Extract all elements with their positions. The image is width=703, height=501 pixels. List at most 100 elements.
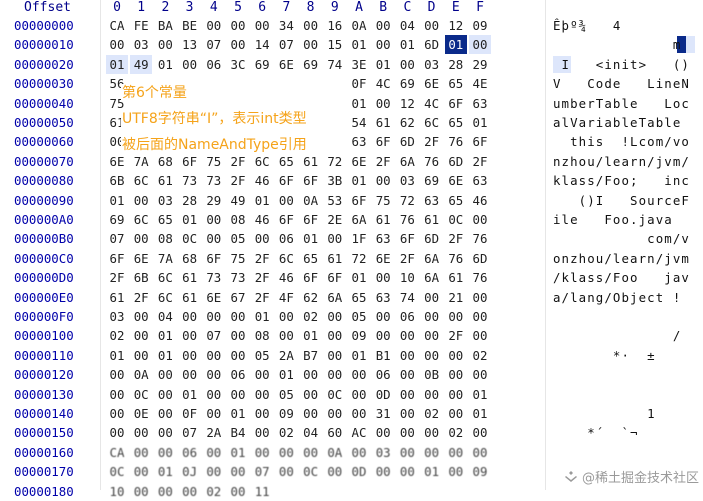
hex-byte[interactable]: CA <box>106 443 128 462</box>
hex-byte[interactable]: 4C <box>421 94 443 113</box>
hex-byte[interactable]: 73 <box>203 171 225 190</box>
hex-byte[interactable]: 00 <box>154 443 176 462</box>
hex-byte[interactable]: 46 <box>251 171 273 190</box>
hex-byte[interactable]: 00 <box>251 423 273 442</box>
hex-byte[interactable]: 76 <box>445 132 467 151</box>
hex-byte[interactable]: 69 <box>106 210 128 229</box>
hex-byte[interactable]: 00 <box>372 462 394 481</box>
hex-byte[interactable]: 46 <box>275 268 297 287</box>
hex-byte[interactable]: 10 <box>106 482 128 501</box>
hex-byte[interactable]: 6E <box>106 152 128 171</box>
hex-byte[interactable]: 01 <box>179 210 201 229</box>
hex-byte[interactable]: 65 <box>275 152 297 171</box>
hex-byte[interactable]: 6A <box>348 210 370 229</box>
hex-byte[interactable]: 00 <box>372 423 394 442</box>
hex-byte[interactable]: 00 <box>372 16 394 35</box>
hex-byte[interactable]: CA <box>106 16 128 35</box>
hex-byte[interactable]: 06 <box>396 307 418 326</box>
hex-byte[interactable]: 00 <box>130 307 152 326</box>
ascii-row[interactable]: alVariableTable <box>553 113 690 132</box>
hex-byte[interactable]: 00 <box>300 16 322 35</box>
hex-byte[interactable]: 0C <box>300 462 322 481</box>
hex-byte[interactable]: 61 <box>179 268 201 287</box>
hex-byte[interactable]: 00 <box>300 404 322 423</box>
hex-byte[interactable]: 6C <box>154 288 176 307</box>
ascii-row[interactable]: *· ± <box>553 346 656 365</box>
hex-byte[interactable]: B1 <box>372 346 394 365</box>
hex-byte[interactable]: 04 <box>396 16 418 35</box>
hex-byte[interactable]: 01 <box>154 55 176 74</box>
hex-byte[interactable]: 6A <box>421 268 443 287</box>
hex-byte[interactable]: 2F <box>227 152 249 171</box>
ascii-row[interactable]: /klass/Foo jav <box>553 268 690 287</box>
hex-byte[interactable]: 3E <box>348 55 370 74</box>
hex-byte[interactable]: 28 <box>179 191 201 210</box>
hex-byte[interactable]: 01 <box>300 326 322 345</box>
hex-byte[interactable]: 00 <box>154 423 176 442</box>
ascii-row[interactable]: ()I SourceF <box>553 191 690 210</box>
hex-byte[interactable]: 00 <box>396 55 418 74</box>
hex-byte[interactable]: 00 <box>445 443 467 462</box>
hex-byte[interactable]: 05 <box>275 385 297 404</box>
hex-byte[interactable]: 6D <box>469 249 491 268</box>
hex-byte[interactable]: 6F <box>348 191 370 210</box>
hex-byte[interactable]: 00 <box>154 482 176 501</box>
hex-byte[interactable]: 09 <box>275 404 297 423</box>
hex-byte[interactable]: 00 <box>179 482 201 501</box>
hex-byte[interactable]: 6A <box>421 249 443 268</box>
hex-byte[interactable]: 01 <box>179 385 201 404</box>
hex-byte[interactable]: 04 <box>300 423 322 442</box>
hex-byte[interactable]: 31 <box>372 404 394 423</box>
hex-byte[interactable]: 00 <box>300 443 322 462</box>
hex-byte[interactable]: 0D <box>372 385 394 404</box>
hex-byte[interactable]: 01 <box>106 191 128 210</box>
hex-byte[interactable]: FE <box>130 16 152 35</box>
hex-byte[interactable]: 00 <box>179 326 201 345</box>
hex-byte[interactable]: 01 <box>106 346 128 365</box>
hex-byte[interactable]: 16 <box>324 16 346 35</box>
ascii-row[interactable]: 1 <box>553 404 656 423</box>
hex-byte[interactable]: 03 <box>106 307 128 326</box>
hex-byte[interactable]: 00 <box>348 404 370 423</box>
hex-byte[interactable]: 6F <box>106 249 128 268</box>
hex-byte[interactable]: 6E <box>130 249 152 268</box>
hex-byte[interactable]: 00 <box>251 365 273 384</box>
hex-byte[interactable]: 74 <box>396 288 418 307</box>
hex-byte[interactable]: 0B <box>421 365 443 384</box>
hex-byte[interactable]: 63 <box>372 288 394 307</box>
hex-byte[interactable]: 00 <box>469 35 491 55</box>
hex-byte[interactable]: 00 <box>324 404 346 423</box>
hex-byte[interactable]: 04 <box>154 307 176 326</box>
hex-byte[interactable]: 46 <box>469 191 491 210</box>
hex-byte[interactable]: 00 <box>154 385 176 404</box>
hex-byte[interactable]: 00 <box>179 307 201 326</box>
hex-byte[interactable]: B7 <box>300 346 322 365</box>
hex-byte[interactable]: 01 <box>348 346 370 365</box>
hex-byte[interactable]: 00 <box>227 16 249 35</box>
hex-byte[interactable]: 00 <box>469 326 491 345</box>
hex-byte[interactable]: 00 <box>275 443 297 462</box>
hex-byte[interactable]: 73 <box>179 171 201 190</box>
hex-byte[interactable]: 00 <box>372 268 394 287</box>
hex-byte[interactable]: 2F <box>251 268 273 287</box>
hex-byte[interactable]: 03 <box>130 35 152 54</box>
hex-byte[interactable]: 63 <box>469 94 491 113</box>
hex-byte[interactable]: 01 <box>154 346 176 365</box>
hex-byte[interactable]: 00 <box>179 55 201 74</box>
hex-byte[interactable]: 00 <box>445 385 467 404</box>
hex-byte[interactable]: 00 <box>469 365 491 384</box>
hex-byte[interactable]: 29 <box>203 191 225 210</box>
hex-byte[interactable]: 02 <box>106 326 128 345</box>
hex-byte[interactable]: 6F <box>300 268 322 287</box>
hex-byte[interactable]: 74 <box>324 55 346 74</box>
hex-byte[interactable]: 76 <box>396 210 418 229</box>
hex-byte[interactable]: 0C <box>324 385 346 404</box>
hex-byte[interactable]: 00 <box>251 385 273 404</box>
hex-byte[interactable]: 00 <box>445 307 467 326</box>
hex-byte[interactable]: 00 <box>324 462 346 481</box>
hex-byte[interactable]: 06 <box>275 229 297 248</box>
hex-byte[interactable]: 61 <box>179 288 201 307</box>
hex-byte[interactable]: 00 <box>227 35 249 54</box>
hex-byte[interactable]: 00 <box>348 443 370 462</box>
hex-byte[interactable]: 00 <box>203 346 225 365</box>
